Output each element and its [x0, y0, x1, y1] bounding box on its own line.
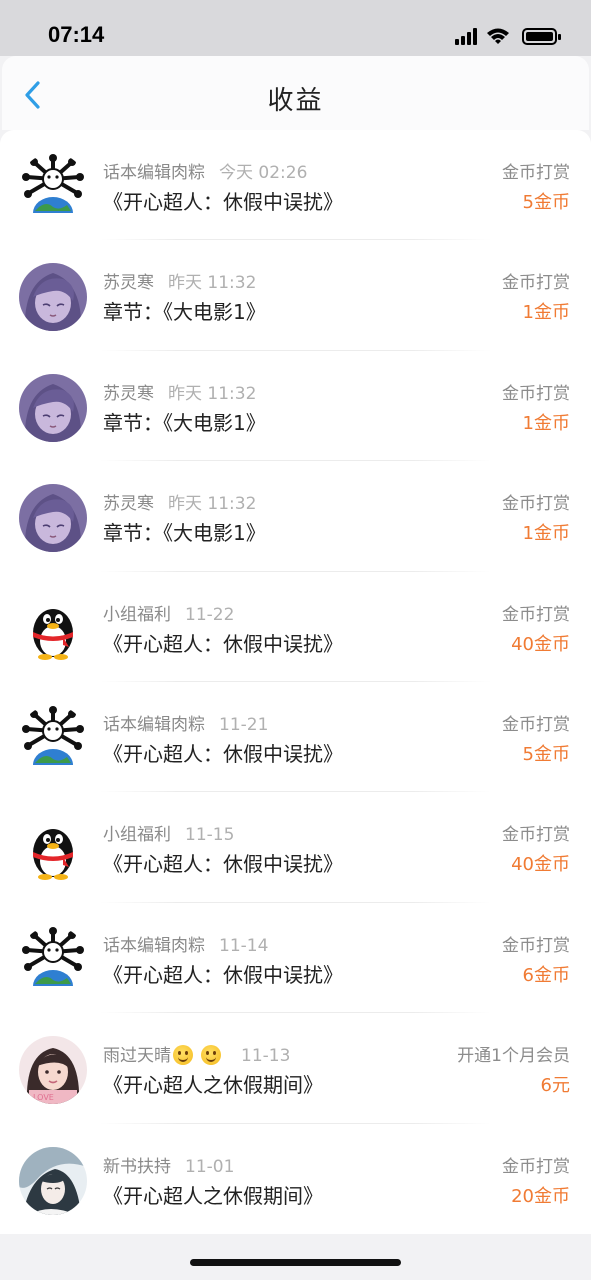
signal-icon [455, 28, 477, 45]
reward-amount: 5金币 [522, 743, 570, 765]
reward-type: 金币打赏 [502, 494, 570, 515]
item-title: 章节：《大电影1》 [103, 410, 266, 435]
reward-amount: 5金币 [522, 192, 570, 213]
list-item[interactable]: 新书扶持 11-01 《开心超人之休假期间》 金币打赏 20金币 [0, 1124, 591, 1234]
list-item[interactable]: 小组福利 11-22 《开心超人：休假中误扰》 金币打赏 40金币 [0, 572, 591, 682]
girl-photo-avatar[interactable]: LOVE [19, 1036, 87, 1105]
sender-name: 雨过天晴 [103, 1046, 171, 1067]
reward-type: 金币打赏 [502, 604, 570, 625]
timestamp: 11-22 [185, 604, 235, 625]
reward-amount: 1金币 [522, 412, 570, 434]
sender-name: 苏灵寒 [103, 494, 154, 515]
timestamp: 11-21 [219, 714, 269, 735]
reward-amount: 40金币 [511, 854, 570, 876]
reward-amount: 1金币 [522, 302, 570, 324]
reward-type: 金币打赏 [502, 273, 570, 294]
sender-name: 小组福利 [103, 604, 171, 625]
list-item[interactable]: 苏灵寒 昨天 11:32 章节：《大电影1》 金币打赏 1金币 [0, 351, 591, 462]
anime-girl-avatar[interactable] [19, 373, 87, 442]
list-item[interactable]: 苏灵寒 昨天 11:32 章节：《大电影1》 金币打赏 1金币 [0, 461, 591, 572]
reward-type: 金币打赏 [502, 383, 570, 404]
home-indicator[interactable] [190, 1259, 401, 1266]
sender-name: 话本编辑肉粽 [103, 935, 205, 956]
item-title: 《开心超人之休假期间》 [103, 1073, 323, 1098]
row-meta: 苏灵寒 昨天 11:32 [103, 489, 256, 514]
wifi-icon [487, 28, 509, 44]
item-title: 《开心超人：休假中误扰》 [103, 962, 343, 987]
list-item[interactable]: LOVE 雨过天晴 11-13 《开心超人之休假期间》 开通1个月会员 6元 [0, 1013, 591, 1124]
row-meta: 小组福利 11-22 [103, 600, 234, 625]
list-item[interactable]: 话本编辑肉粽 11-14 《开心超人：休假中误扰》 金币打赏 6金币 [0, 903, 591, 1014]
smile-emoji [173, 1045, 193, 1066]
item-title: 《开心超人之休假期间》 [103, 1183, 323, 1208]
row-meta: 小组福利 11-15 [103, 820, 234, 845]
earnings-list: 话本编辑肉粽 今天 02:26 《开心超人：休假中误扰》 金币打赏 5金币 苏灵寒… [0, 130, 591, 1234]
timestamp: 11-15 [185, 825, 235, 846]
timestamp: 今天 02:26 [219, 163, 308, 183]
reward-amount: 40金币 [511, 633, 570, 655]
penguin-avatar[interactable] [19, 815, 87, 884]
timestamp: 昨天 11:32 [168, 494, 257, 515]
battery-icon [522, 28, 561, 45]
svg-text:LOVE: LOVE [33, 1093, 54, 1102]
antenna-globe-avatar[interactable] [19, 153, 87, 221]
ink-portrait-avatar[interactable] [19, 1146, 87, 1215]
reward-type: 开通1个月会员 [457, 1046, 570, 1067]
anime-girl-avatar[interactable] [19, 263, 87, 332]
status-time: 07:14 [48, 22, 105, 47]
sender-name: 苏灵寒 [103, 273, 154, 294]
reward-type: 金币打赏 [502, 714, 570, 735]
list-item[interactable]: 话本编辑肉粽 今天 02:26 《开心超人：休假中误扰》 金币打赏 5金币 [0, 130, 591, 241]
row-meta: 话本编辑肉粽 11-14 [103, 931, 268, 956]
item-title: 《开心超人：休假中误扰》 [103, 631, 343, 656]
reward-type: 金币打赏 [502, 825, 570, 846]
sender-name: 新书扶持 [103, 1156, 171, 1177]
antenna-globe-avatar[interactable] [19, 704, 87, 773]
row-meta: 苏灵寒 昨天 11:32 [103, 379, 256, 404]
reward-type: 金币打赏 [502, 1156, 570, 1177]
anime-girl-avatar[interactable] [19, 484, 87, 553]
sender-name: 话本编辑肉粽 [103, 163, 205, 183]
row-meta: 新书扶持 11-01 [103, 1152, 234, 1177]
row-meta: 话本编辑肉粽 11-21 [103, 710, 268, 735]
timestamp: 11-13 [241, 1046, 291, 1067]
penguin-avatar[interactable] [19, 594, 87, 663]
item-title: 章节：《大电影1》 [103, 300, 266, 325]
reward-amount: 6元 [540, 1075, 570, 1097]
timestamp: 昨天 11:32 [168, 383, 257, 404]
sender-name: 苏灵寒 [103, 383, 154, 404]
sender-name: 小组福利 [103, 825, 171, 846]
item-title: 《开心超人：休假中误扰》 [103, 852, 343, 877]
row-meta: 雨过天晴 11-13 [103, 1041, 290, 1066]
timestamp: 11-01 [185, 1156, 235, 1177]
item-title: 《开心超人：休假中误扰》 [103, 741, 343, 766]
smile-emoji [201, 1045, 221, 1066]
item-title: 《开心超人：休假中误扰》 [103, 190, 343, 214]
antenna-globe-avatar[interactable] [19, 925, 87, 994]
reward-amount: 20金币 [511, 1185, 570, 1207]
timestamp: 昨天 11:32 [168, 273, 257, 294]
list-item[interactable]: 话本编辑肉粽 11-21 《开心超人：休假中误扰》 金币打赏 5金币 [0, 682, 591, 793]
status-icons [455, 28, 561, 45]
row-meta: 苏灵寒 昨天 11:32 [103, 268, 256, 293]
list-item[interactable]: 苏灵寒 昨天 11:32 章节：《大电影1》 金币打赏 1金币 [0, 240, 591, 351]
reward-type: 金币打赏 [502, 935, 570, 956]
row-meta: 话本编辑肉粽 今天 02:26 [103, 158, 307, 183]
reward-amount: 6金币 [522, 964, 570, 986]
page-title: 收益 [267, 86, 324, 116]
reward-amount: 1金币 [522, 523, 570, 545]
list-item[interactable]: 小组福利 11-15 《开心超人：休假中误扰》 金币打赏 40金币 [0, 792, 591, 903]
sender-name: 话本编辑肉粽 [103, 714, 205, 735]
reward-type: 金币打赏 [502, 163, 570, 183]
status-bar: 07:14 [0, 0, 591, 56]
nav-bar: 收益 [2, 56, 589, 130]
item-title: 章节：《大电影1》 [103, 521, 266, 546]
timestamp: 11-14 [219, 935, 269, 956]
